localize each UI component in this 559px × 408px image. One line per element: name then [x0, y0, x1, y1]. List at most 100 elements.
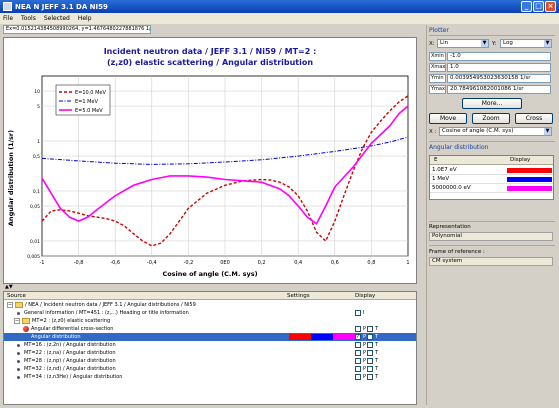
x-tick-label: 0,6: [331, 260, 339, 266]
more-button[interactable]: More...: [462, 98, 522, 109]
xmax-field[interactable]: 1.0: [447, 63, 551, 72]
display-checkbox[interactable]: [367, 366, 373, 372]
tree-row-label: MT=22 : (z,na) / Angular distribution: [24, 350, 116, 356]
maximize-button[interactable]: □: [533, 1, 544, 12]
x-scale-select[interactable]: Lin ▼: [437, 39, 489, 48]
col-display[interactable]: Display: [510, 157, 530, 163]
collapse-icon[interactable]: −: [14, 318, 20, 324]
tree-row[interactable]: − / NEA / Incident neutron data / JEFF 3.…: [4, 301, 416, 309]
xmin-field[interactable]: -1.0: [447, 52, 551, 61]
tree-row-label: MT=32 : (z,nd) / Angular distribution: [24, 366, 116, 372]
tree-row-label: Angular differential cross-section: [31, 326, 114, 332]
tree-row-label: MT=16 : (z,2n) / Angular distribution: [24, 342, 116, 348]
display-checkbox-label: P: [363, 374, 367, 380]
close-button[interactable]: ×: [545, 1, 556, 12]
header-display[interactable]: Display: [355, 293, 375, 299]
y-tick-label: 10: [34, 89, 40, 95]
x-tick-label: -0,6: [110, 260, 120, 266]
display-checkbox[interactable]: [367, 350, 373, 356]
x-axis-select[interactable]: Cosine of angle (C.M. sys) ▼: [439, 127, 552, 136]
menu-tools[interactable]: Tools: [21, 15, 36, 22]
display-checkbox[interactable]: [355, 358, 361, 364]
move-button[interactable]: Move: [429, 113, 467, 124]
y-scale-select[interactable]: Log ▼: [500, 39, 552, 48]
display-checkbox[interactable]: [355, 366, 361, 372]
tree-row[interactable]: Angular differential cross-section P T: [4, 325, 416, 333]
energy-row[interactable]: 5000000.0 eV: [430, 184, 553, 193]
tree-row[interactable]: MT=28 : (z,np) / Angular distribution P T: [4, 357, 416, 365]
header-source[interactable]: Source: [7, 293, 26, 299]
display-checkbox[interactable]: [367, 326, 373, 332]
coordinate-readout: Ex=0.015214384508990264, y=1.46764802278…: [3, 25, 151, 34]
energy-row[interactable]: 1 MeV: [430, 175, 553, 184]
col-e[interactable]: E: [434, 157, 437, 163]
frame-value: CM system: [429, 257, 553, 266]
source-tree[interactable]: Source Settings Display − / NEA / Inciden…: [3, 291, 417, 405]
plot-title-line1: Incident neutron data / JEFF 3.1 / Ni59 …: [104, 47, 317, 56]
x-axis-select-value: Cosine of angle (C.M. sys): [442, 128, 514, 134]
chevron-down-icon[interactable]: ▼: [544, 40, 551, 47]
cross-button[interactable]: Cross: [515, 113, 553, 124]
tree-row[interactable]: MT=16 : (z,2n) / Angular distribution P T: [4, 341, 416, 349]
display-checkbox-label: T: [375, 334, 379, 340]
chevron-down-icon[interactable]: ▼: [544, 128, 551, 135]
ymax-field[interactable]: 20.784961082001086 1/sr: [447, 85, 551, 94]
display-checkbox[interactable]: [355, 310, 361, 316]
display-checkbox[interactable]: [355, 374, 361, 380]
tree-row[interactable]: MT=34 : (z,n3He) / Angular distribution P…: [4, 373, 416, 381]
splitter[interactable]: ▲▼: [3, 284, 417, 290]
menu-file[interactable]: File: [3, 15, 13, 22]
display-checkbox[interactable]: [355, 342, 361, 348]
settings-swatch: [289, 334, 311, 340]
chevron-down-icon[interactable]: ▼: [481, 40, 488, 47]
display-checkbox[interactable]: [367, 342, 373, 348]
menu-selected[interactable]: Selected: [44, 15, 70, 22]
y-axis-label: Angular distribution (1/sr): [7, 130, 15, 226]
xmin-label: Xmin: [429, 52, 446, 61]
display-checkbox[interactable]: [355, 350, 361, 356]
minimize-button[interactable]: _: [521, 1, 532, 12]
energy-table[interactable]: E Display 1.0E7 eV 1 MeV 5000000.0 eV: [429, 155, 554, 200]
y-scale-value: Log: [503, 40, 513, 46]
bullet-icon: [17, 352, 20, 355]
energy-row[interactable]: 1.0E7 eV: [430, 166, 553, 175]
y-tick-label: 0,01: [30, 239, 40, 245]
right-panel: Plotter X: Lin ▼ Y: Log ▼ Xmin -1.0 Xmax 1…: [426, 25, 556, 405]
x-tick-label: -0,4: [147, 260, 157, 266]
energy-value: 5000000.0 eV: [432, 185, 471, 191]
display-checkbox[interactable]: [355, 326, 361, 332]
y-scale-label: Y:: [492, 41, 497, 47]
ymin-field[interactable]: 0.003954953023630158 1/sr: [447, 74, 551, 83]
tree-row[interactable]: Angular distribution ✓ P T: [4, 333, 416, 341]
display-checkbox[interactable]: [367, 374, 373, 380]
display-checkbox[interactable]: ✓: [355, 334, 361, 340]
splitter-arrows-icon[interactable]: ▲▼: [5, 284, 13, 290]
plot-chart[interactable]: Incident neutron data / JEFF 3.1 / Ni59 …: [4, 38, 416, 283]
header-settings[interactable]: Settings: [287, 293, 310, 299]
title-bar: NEA N JEFF 3.1 DA NI59 _ □ ×: [0, 0, 559, 13]
tree-row[interactable]: General information / MT=451 : (z,...) H…: [4, 309, 416, 317]
energy-color-swatch[interactable]: [507, 168, 552, 173]
display-checkbox-label: T: [375, 350, 379, 356]
display-checkbox-label: P: [363, 366, 367, 372]
collapse-icon[interactable]: −: [7, 302, 13, 308]
plot-panel[interactable]: Incident neutron data / JEFF 3.1 / Ni59 …: [3, 37, 417, 284]
energy-value: 1 MeV: [432, 176, 450, 182]
display-checkbox[interactable]: [367, 334, 373, 340]
x-tick-label: -0,2: [184, 260, 194, 266]
y-tick-label: 0,1: [33, 189, 40, 195]
tree-row[interactable]: − MT=2 : (z,z0) elastic scattering: [4, 317, 416, 325]
plot-title-line2: (z,z0) elastic scattering / Angular dist…: [107, 58, 313, 67]
menu-help[interactable]: Help: [78, 15, 92, 22]
energy-color-swatch[interactable]: [507, 177, 552, 182]
display-checkbox-label: P: [363, 350, 367, 356]
energy-color-swatch[interactable]: [507, 186, 552, 191]
x-tick-label: 0,2: [258, 260, 266, 266]
tree-header: Source Settings Display: [4, 292, 416, 300]
display-checkbox[interactable]: [367, 358, 373, 364]
bullet-icon: [17, 360, 20, 363]
tree-row[interactable]: MT=22 : (z,na) / Angular distribution P T: [4, 349, 416, 357]
tree-row[interactable]: MT=32 : (z,nd) / Angular distribution P T: [4, 365, 416, 373]
zoom-button[interactable]: Zoom: [472, 113, 510, 124]
settings-swatch: [333, 334, 355, 340]
